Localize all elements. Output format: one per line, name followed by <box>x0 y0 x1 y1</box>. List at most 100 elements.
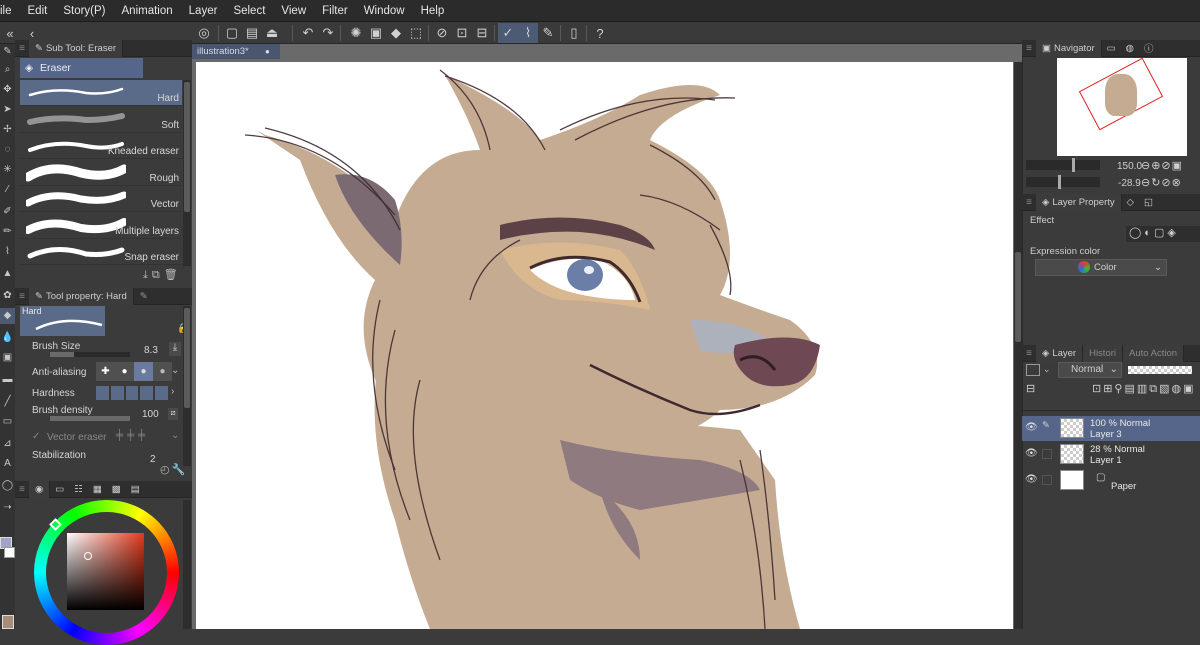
tab-subtool[interactable]: ✎ Sub Tool: Eraser <box>29 39 124 57</box>
blend-tool-icon[interactable]: 💧 <box>0 330 15 346</box>
menu-select[interactable]: Select <box>225 0 273 22</box>
frame-tool-icon[interactable]: ▭ <box>0 414 15 430</box>
color-history-icon[interactable]: ▤ <box>126 484 145 495</box>
rotation-slider[interactable] <box>1026 175 1100 189</box>
fill-tool-icon[interactable]: ▣ <box>0 350 15 366</box>
text-tool-icon[interactable]: A <box>0 456 15 472</box>
visibility-eye-icon[interactable]: 👁 <box>1025 422 1038 433</box>
layer-lock-box[interactable] <box>1042 449 1052 459</box>
chevron-down-icon[interactable]: ⌄ <box>1043 364 1055 376</box>
brush-item-rough[interactable]: Rough <box>20 160 182 186</box>
canvas-scrollbar[interactable] <box>1014 62 1022 629</box>
tab-layer-property[interactable]: ◈ Layer Property <box>1036 193 1122 211</box>
brush-size-value[interactable]: 8.3 <box>144 345 158 356</box>
stabilization-value[interactable]: 2 <box>150 454 156 465</box>
grip-icon[interactable]: ≡ <box>1022 197 1036 208</box>
snap-ruler-icon[interactable]: ⊡ <box>452 23 472 43</box>
brush-density-slider[interactable] <box>50 416 130 421</box>
layer-row-paper[interactable]: 👁 ▢ Paper <box>1022 468 1200 493</box>
grip-icon[interactable]: ≡ <box>1022 348 1036 359</box>
eraser-tool-icon[interactable]: ◆ <box>0 308 15 324</box>
brush-item-soft[interactable]: Soft <box>20 107 182 133</box>
pen-tool-icon[interactable]: ✎ <box>0 44 15 60</box>
document-tab[interactable]: illustration3* ● <box>192 44 280 59</box>
tab-tool-property[interactable]: ✎ Tool property: Hard <box>29 287 134 305</box>
airbrush-icon[interactable]: ▲ <box>0 266 15 282</box>
tab-layer[interactable]: ◈ Layer <box>1036 344 1084 362</box>
grip-icon[interactable]: ≡ <box>15 43 29 54</box>
opacity-slider[interactable] <box>1128 366 1192 374</box>
menu-layer[interactable]: Layer <box>181 0 226 22</box>
zoom-value[interactable]: 150.0 <box>1117 161 1142 172</box>
current-color-swatch[interactable] <box>2 615 14 629</box>
menu-window[interactable]: Window <box>356 0 413 22</box>
navigator-preview[interactable] <box>1057 57 1187 156</box>
lasso-tool-icon[interactable]: ◌ <box>0 142 15 158</box>
effect-buttons[interactable]: ◯◐▢◈ <box>1126 226 1200 242</box>
vector-eraser-mode-icons[interactable]: ╪╪╪ <box>116 430 149 441</box>
brush-item-snap-eraser[interactable]: Snap eraser <box>20 239 182 265</box>
snap-special-ruler-icon[interactable]: ⊟ <box>472 23 492 43</box>
ruler-tool-icon[interactable]: ⊿ <box>0 436 15 452</box>
move-layer-tool-icon[interactable]: ✢ <box>0 122 15 138</box>
sub-view-icon[interactable]: ▭ <box>1102 43 1121 54</box>
chevron-down-icon[interactable]: ⌄ <box>171 365 179 376</box>
balloon-tool-icon[interactable]: ◯ <box>0 478 15 494</box>
zoom-buttons-icons[interactable]: ⊖⊕⊘▣ <box>1141 159 1183 172</box>
stabilizer-icon[interactable]: ✓ <box>498 23 518 43</box>
menu-view[interactable]: View <box>273 0 314 22</box>
color-set-icon[interactable]: ☷ <box>69 484 88 495</box>
tab-auto-action[interactable]: Auto Action <box>1123 344 1185 362</box>
loading-icon[interactable]: ✺ <box>346 23 366 43</box>
rotation-buttons-icons[interactable]: ⊖↻⊘⊗ <box>1141 176 1182 189</box>
tablet-icon[interactable]: ▯ <box>564 23 584 43</box>
color-panel-scrollbar[interactable] <box>183 500 191 629</box>
new-file-icon[interactable]: ▢ <box>222 23 242 43</box>
drawing-canvas[interactable] <box>196 62 1013 629</box>
undo-icon[interactable]: ↶ <box>298 23 318 43</box>
transparent-color-swatch[interactable] <box>2 568 14 578</box>
transform-icon[interactable]: ⬚ <box>406 23 426 43</box>
approximate-color-icon[interactable]: ▩ <box>107 484 126 495</box>
layer-row-layer-3[interactable]: 👁 ✎ 100 % Normal Layer 3 <box>1022 416 1200 441</box>
correct-line-tool-icon[interactable]: ➝ <box>0 500 15 516</box>
zoom-slider[interactable] <box>1026 158 1100 172</box>
sub-color-swatch[interactable] <box>4 547 15 558</box>
color-slider-icon[interactable]: ▭ <box>50 484 69 495</box>
brush-edit-icon[interactable]: ✎ <box>134 291 154 302</box>
menu-story[interactable]: Story(P) <box>55 0 113 22</box>
clear-icon[interactable]: ▣ <box>366 23 386 43</box>
visibility-eye-icon[interactable]: 👁 <box>1025 474 1038 485</box>
subtool-footer-icons[interactable]: ⤓⧉🗑 <box>143 268 182 282</box>
layer-search-icon[interactable]: ◇ <box>1122 197 1139 208</box>
subtool-group-eraser[interactable]: ◈ Eraser <box>20 58 143 78</box>
brush-item-multiple-layers[interactable]: Multiple layers <box>20 213 182 239</box>
brush-tip-icon[interactable]: ⌇ <box>518 23 538 43</box>
document-modified-icon[interactable]: ● <box>265 44 270 59</box>
antialias-strong-icon[interactable]: ● <box>153 362 172 381</box>
help-icon[interactable]: ? <box>590 23 610 43</box>
tab-navigator[interactable]: ▣ Navigator <box>1036 39 1102 57</box>
density-link-icon[interactable]: ⧄ <box>168 408 178 420</box>
brush-item-hard[interactable]: Hard <box>20 80 182 106</box>
brush-icon[interactable]: ⌇ <box>0 244 15 260</box>
brush-density-value[interactable]: 100 <box>142 409 159 420</box>
gradient-tool-icon[interactable]: ▬ <box>0 372 15 388</box>
edit-pen-icon[interactable]: ✎ <box>1042 420 1052 431</box>
decoration-icon[interactable]: ✿ <box>0 288 15 304</box>
menu-help[interactable]: Help <box>413 0 453 22</box>
tab-history[interactable]: Histori <box>1083 344 1123 362</box>
saturation-value-square[interactable] <box>67 533 144 610</box>
layer-tools-icons[interactable]: ⊡⊞⚲▤▥⧉▧◍▣ <box>1092 382 1196 396</box>
brush-list-scrollbar[interactable] <box>183 80 191 266</box>
clip-studio-icon[interactable]: ◎ <box>194 23 214 43</box>
figure-tool-icon[interactable]: ╱ <box>0 394 15 410</box>
pen-pressure-icon[interactable]: ✎ <box>538 23 558 43</box>
menu-filter[interactable]: Filter <box>314 0 356 22</box>
blend-mode-select[interactable]: Normal ⌄ <box>1058 362 1122 378</box>
brush-size-dropdown-icon[interactable]: ⤓ <box>169 342 181 356</box>
layer-settings-icon[interactable]: ⊟ <box>1026 382 1035 395</box>
material-icon[interactable]: ◱ <box>1139 197 1158 208</box>
grip-icon[interactable]: ≡ <box>15 484 29 495</box>
move-tool-icon[interactable]: ✥ <box>0 82 15 98</box>
